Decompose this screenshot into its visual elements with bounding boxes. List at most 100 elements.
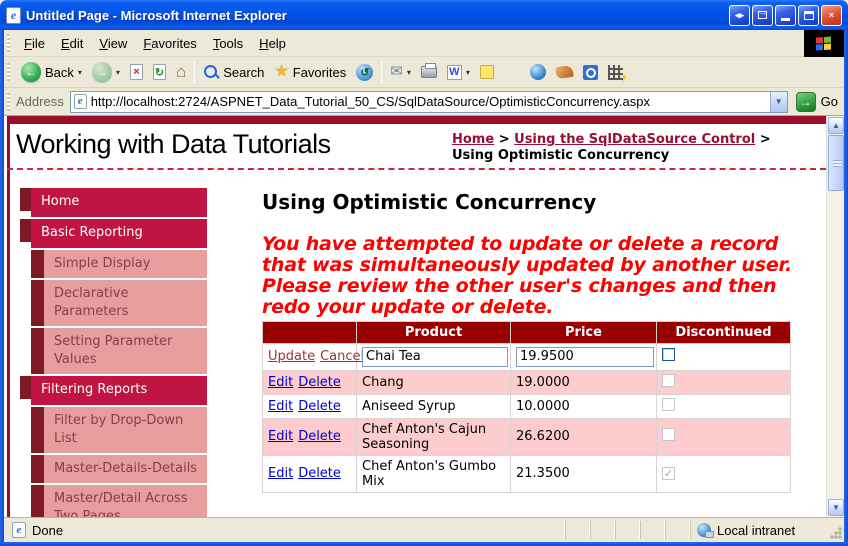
delete-link[interactable]: Delete (298, 375, 341, 390)
favorites-button[interactable]: ★ Favorites (269, 59, 351, 85)
discontinued-checkbox-readonly (662, 374, 675, 387)
edit-link[interactable]: Edit (268, 399, 293, 414)
edit-link[interactable]: Edit (268, 466, 293, 481)
address-dropdown-button[interactable]: ▼ (770, 92, 787, 112)
windows-logo-throbber (804, 30, 844, 57)
address-input-box[interactable]: e http://localhost:2724/ASPNET_Data_Tuto… (70, 91, 788, 113)
maximize-button[interactable] (798, 5, 819, 26)
browser-window: e Untitled Page - Microsoft Internet Exp… (0, 0, 848, 546)
word-dropdown-icon[interactable]: ▾ (466, 68, 470, 77)
fiddler-button[interactable] (551, 59, 578, 85)
breadcrumb-home-link[interactable]: Home (452, 132, 494, 147)
back-dropdown-icon[interactable]: ▾ (78, 68, 82, 77)
breadcrumb-sqldatasource-link[interactable]: Using the SqlDataSource Control (514, 132, 755, 147)
page-viewport: Working with Data Tutorials Home > Using… (4, 116, 844, 517)
discontinued-checkbox-checked: ✓ (662, 467, 675, 480)
toolbar-grip-3[interactable] (7, 93, 10, 111)
grid-icon (608, 65, 623, 80)
price-input[interactable] (516, 347, 654, 367)
menu-bar: File Edit View Favorites Tools Help (4, 30, 844, 57)
note-icon (480, 65, 494, 79)
resize-grip[interactable] (830, 527, 842, 539)
delete-link[interactable]: Delete (298, 429, 341, 444)
sidebar-item-setting-parameter-values[interactable]: Setting Parameter Values (31, 328, 207, 374)
toolbar-separator (194, 61, 195, 83)
address-url[interactable]: http://localhost:2724/ASPNET_Data_Tutori… (91, 94, 768, 109)
menu-help[interactable]: Help (251, 33, 294, 54)
delete-link[interactable]: Delete (298, 399, 341, 414)
security-zone-label: Local intranet (717, 523, 795, 538)
minimize-icon (781, 18, 790, 21)
sidebar-item-filter-by-dropdown-list[interactable]: Filter by Drop-Down List (31, 407, 207, 453)
breadcrumb-separator: > (494, 132, 514, 147)
addon-grid-button[interactable] (603, 59, 628, 85)
pop-out-button[interactable] (752, 5, 773, 26)
edit-link[interactable]: Edit (268, 375, 293, 390)
sidebar-item-basic-reporting[interactable]: Basic Reporting (31, 219, 207, 248)
menu-edit[interactable]: Edit (53, 33, 91, 54)
sidebar-item-master-details-details[interactable]: Master-Details-Details (31, 455, 207, 483)
table-row: EditDelete Aniseed Syrup 10.0000 (263, 394, 791, 418)
history-button[interactable]: ↺ (351, 59, 378, 85)
price-cell: 26.6200 (511, 418, 657, 455)
history-icon: ↺ (356, 64, 373, 81)
notes-button[interactable] (475, 59, 499, 85)
status-pane (590, 521, 615, 539)
sidebar-item-declarative-parameters[interactable]: Declarative Parameters (31, 280, 207, 326)
mail-dropdown-icon[interactable]: ▾ (407, 68, 411, 77)
search-button[interactable]: Search (198, 59, 269, 85)
product-cell: Chef Anton's Gumbo Mix (357, 455, 511, 492)
local-intranet-icon (697, 523, 711, 537)
print-button[interactable] (416, 59, 442, 85)
close-button[interactable]: × (821, 5, 842, 26)
toolbar-grip[interactable] (7, 34, 10, 52)
maximize-icon (804, 11, 814, 20)
refresh-button[interactable]: ↻ (148, 59, 171, 85)
favorites-star-icon: ★ (274, 64, 288, 80)
window-controls: ◂▸ × (729, 5, 842, 26)
research-button[interactable] (578, 59, 603, 85)
edit-with-word-button[interactable]: W ▾ (442, 59, 475, 85)
scrollbar-thumb[interactable] (828, 135, 844, 191)
update-link[interactable]: Update (268, 349, 315, 364)
home-icon: ⌂ (176, 64, 186, 80)
discontinued-checkbox[interactable] (662, 348, 675, 361)
sidebar-item-simple-display[interactable]: Simple Display (31, 250, 207, 278)
menu-favorites[interactable]: Favorites (135, 33, 204, 54)
window-border-left (0, 30, 4, 546)
messenger-button[interactable] (525, 59, 551, 85)
cancel-link[interactable]: Cancel (320, 349, 364, 364)
go-button[interactable]: → (796, 92, 816, 112)
home-button[interactable]: ⌂ (171, 59, 191, 85)
back-icon: ← (21, 62, 41, 82)
menu-file[interactable]: File (16, 33, 53, 54)
header-discontinued: Discontinued (657, 321, 791, 343)
scroll-down-button[interactable]: ▼ (828, 499, 844, 516)
menu-tools[interactable]: Tools (205, 33, 251, 54)
back-button[interactable]: ← Back ▾ (16, 59, 87, 85)
stop-button[interactable]: × (125, 59, 148, 85)
product-name-input[interactable] (362, 347, 508, 367)
sidebar-item-home[interactable]: Home (31, 188, 207, 217)
forward-button[interactable]: → ▾ (87, 59, 125, 85)
windows-flag-icon (816, 36, 832, 51)
mail-button[interactable]: ✉ ▾ (385, 59, 416, 85)
status-text: Done (32, 523, 565, 538)
page-heading: Using Optimistic Concurrency (262, 190, 802, 214)
menu-view[interactable]: View (91, 33, 135, 54)
table-header-row: Product Price Discontinued (263, 321, 791, 343)
sidebar-item-master-detail-two-pages[interactable]: Master/Detail Across Two Pages (31, 485, 207, 517)
minimize-button[interactable] (775, 5, 796, 26)
window-border-bottom (0, 542, 848, 546)
delete-link[interactable]: Delete (298, 466, 341, 481)
tile-windows-button[interactable]: ◂▸ (729, 5, 750, 26)
scroll-up-button[interactable]: ▲ (828, 117, 844, 134)
concurrency-error-message: You have attempted to update or delete a… (262, 234, 810, 318)
edit-link[interactable]: Edit (268, 429, 293, 444)
sidebar-item-filtering-reports[interactable]: Filtering Reports (31, 376, 207, 405)
vertical-scrollbar[interactable]: ▲ ▼ (826, 116, 844, 517)
toolbar-grip-2[interactable] (7, 63, 10, 81)
title-bar[interactable]: e Untitled Page - Microsoft Internet Exp… (0, 0, 848, 30)
fiddler-icon (555, 65, 574, 79)
word-icon: W (447, 65, 462, 80)
